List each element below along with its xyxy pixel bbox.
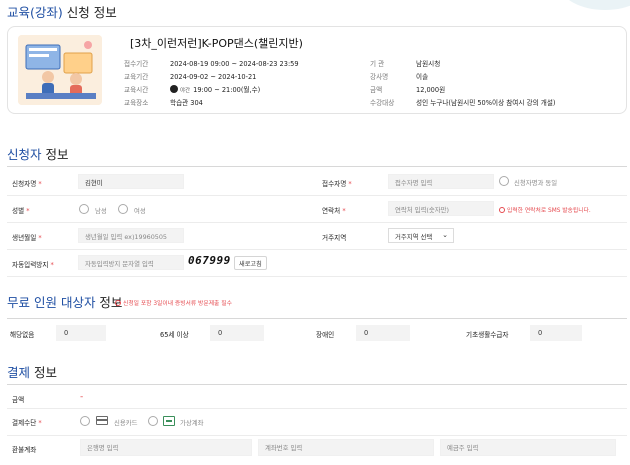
divider — [7, 408, 627, 409]
same-as-applicant-radio[interactable] — [499, 176, 509, 186]
free-count-disabled[interactable]: 0 — [356, 325, 410, 341]
info-education-period: 교육기간 2024-09-02 ~ 2024-10-21 — [124, 73, 257, 81]
same-as-applicant-label: 신청자명과 동일 — [514, 179, 558, 187]
receiver-name-input[interactable]: 접수자명 입력 — [388, 174, 494, 189]
payment-card-radio[interactable] — [80, 416, 90, 426]
captcha-input[interactable]: 자동입력방지 문자열 입력 — [78, 255, 184, 270]
course-thumbnail-image — [18, 35, 102, 105]
info-instructor: 강사명 이솔 — [370, 73, 429, 81]
amount-value: - — [80, 392, 84, 402]
divider — [7, 222, 627, 223]
divider — [7, 384, 627, 385]
divider — [7, 318, 627, 319]
free-item-label: 해당없음 — [10, 331, 35, 339]
divider — [7, 249, 627, 250]
free-count-none[interactable]: 0 — [56, 325, 106, 341]
divider — [7, 276, 627, 277]
section-title-payment: 결제 정보 — [7, 365, 57, 380]
info-reception-period: 접수기간 2024-08-19 09:00 ~ 2024-08-23 23:59 — [124, 60, 299, 68]
section-title-applicant: 신청자 정보 — [7, 147, 69, 162]
payment-vacct-label: 가상계좌 — [180, 419, 204, 427]
course-title: [3차_이런저런]K-POP댄스(챌린지반) — [130, 37, 303, 50]
decorative-corner-arc — [560, 0, 630, 10]
alert-circle-icon — [499, 207, 505, 213]
captcha-refresh-button[interactable]: 새로고침 — [234, 256, 267, 270]
credit-card-icon — [96, 416, 108, 425]
refund-account-input[interactable]: 계좌번호 입력 — [258, 439, 434, 456]
info-target: 수강대상 성인 누구나(남원시민 50%이상 참여시 강의 개설) — [370, 99, 556, 107]
info-price: 금액 12,000원 — [370, 86, 446, 94]
night-clock-icon — [170, 85, 178, 93]
info-education-time: 교육시간 야간 19:00 ~ 21:00(월,수) — [124, 85, 261, 94]
contact-input[interactable]: 연락처 입력(숫자만) — [388, 201, 494, 216]
section-title-free-target: 무료 인원 대상자 정보 — [7, 295, 123, 310]
free-count-senior[interactable]: 0 — [210, 325, 264, 341]
captcha-image: 067999 — [188, 254, 231, 267]
refund-account-label: 환불계좌 — [12, 446, 37, 454]
gender-female-label: 여성 — [134, 207, 146, 215]
amount-label: 금액 — [12, 396, 25, 404]
free-item-label: 기초생활수급자 — [466, 331, 509, 339]
free-item-label: 장애인 — [316, 331, 335, 339]
refund-holder-input[interactable]: 예금주 입력 — [440, 439, 616, 456]
free-item-label: 65세 이상 — [160, 331, 189, 339]
gender-female-radio[interactable] — [118, 204, 128, 214]
contact-sms-warning: 입력한 연락처로 SMS 발송됩니다. — [499, 205, 591, 214]
gender-male-label: 남성 — [95, 207, 107, 215]
virtual-account-icon — [163, 416, 175, 426]
region-select[interactable]: 거주지역 선택 ⌄ — [388, 228, 454, 243]
gender-label: 성별 * — [12, 207, 30, 215]
free-target-warning: 신청일 포함 3일이내 증빙서류 방문제출 필수 — [115, 298, 232, 307]
applicant-name-label: 신청자명 * — [12, 180, 42, 188]
alert-circle-icon — [115, 300, 121, 306]
region-label: 거주지역 — [322, 234, 347, 242]
divider — [7, 435, 627, 436]
free-count-basic-living[interactable]: 0 — [530, 325, 582, 341]
refund-bank-input[interactable]: 은행명 입력 — [80, 439, 252, 456]
payment-method-label: 결제수단 * — [12, 419, 42, 427]
section-title-course: 교육(강좌) 신청 정보 — [7, 5, 117, 20]
birth-label: 생년월일 * — [12, 234, 42, 242]
captcha-label: 자동입력방지 * — [12, 261, 54, 269]
birth-input[interactable]: 생년월일 입력 ex)19960505 — [78, 228, 184, 243]
receiver-name-label: 접수자명 * — [322, 180, 352, 188]
gender-male-radio[interactable] — [79, 204, 89, 214]
divider — [7, 166, 627, 167]
info-education-place: 교육장소 학습관 304 — [124, 99, 203, 107]
course-card: [3차_이런저런]K-POP댄스(챌린지반) 접수기간 2024-08-19 09… — [7, 26, 627, 114]
applicant-name-field[interactable]: 김현미 — [78, 174, 184, 189]
divider — [7, 195, 627, 196]
info-institution: 기 관 남원시청 — [370, 60, 441, 68]
chevron-down-icon: ⌄ — [442, 231, 448, 239]
contact-label: 연락처 * — [322, 207, 346, 215]
payment-vacct-radio[interactable] — [148, 416, 158, 426]
payment-card-label: 신용카드 — [114, 419, 138, 427]
